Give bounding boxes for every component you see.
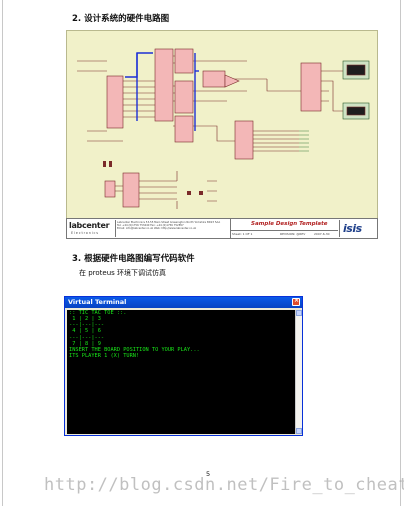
- page-border-right: [400, 0, 401, 506]
- labcenter-logo-text: labcenter: [69, 221, 110, 230]
- terminal-output[interactable]: :: TIC TAC TOE ::. 1 | 2 | 3 ---|---|---…: [67, 310, 295, 434]
- schematic-title-block: labcenter Electronics Labcenter Electron…: [66, 218, 378, 239]
- hardware-schematic-image: [66, 30, 378, 239]
- scroll-down-button[interactable]: [296, 428, 302, 434]
- terminal-line: ITS PLAYER 1 (X) TURN!: [69, 353, 140, 360]
- schematic-drawing: [77, 48, 370, 209]
- close-button[interactable]: ×: [292, 297, 300, 306]
- close-icon: ×: [294, 297, 300, 304]
- watermark: http://blog.csdn.net/Fire_to_cheat_: [44, 475, 404, 495]
- window-titlebar[interactable]: Virtual Terminal ×: [65, 297, 302, 308]
- body-text: 在 proteus 环境下调试仿真: [79, 269, 167, 277]
- title-block-info: Labcenter Electronics 53-55 Main Street …: [117, 221, 229, 231]
- page-border-left: [2, 0, 3, 506]
- section-3-heading: 3. 根据硬件电路图编写代码软件: [72, 254, 195, 264]
- design-title: Sample Design Template: [251, 221, 328, 227]
- date-label: 2007-6-30: [314, 232, 330, 236]
- isis-logo-text: isis: [343, 222, 362, 235]
- title-block-divider: [230, 219, 231, 238]
- section-2-heading: 2. 设计系统的硬件电路图: [72, 14, 170, 24]
- virtual-terminal-window: Virtual Terminal × :: TIC TAC TOE ::. 1 …: [64, 296, 303, 436]
- vertical-scrollbar[interactable]: [295, 310, 302, 434]
- labcenter-logo: labcenter Electronics: [68, 220, 116, 237]
- title-block-info-line: Email: info@labcenter.co.uk Web: http://…: [117, 227, 197, 231]
- window-title: Virtual Terminal: [68, 298, 127, 306]
- labcenter-logo-subtext: Electronics: [71, 231, 99, 235]
- scroll-up-button[interactable]: [296, 310, 302, 316]
- isis-logo: isis: [339, 220, 376, 237]
- revision-label: REVISION: @REV: [280, 232, 306, 236]
- sheet-label: Sheet: 1 OF 1: [232, 232, 253, 236]
- title-block-divider: [230, 230, 338, 231]
